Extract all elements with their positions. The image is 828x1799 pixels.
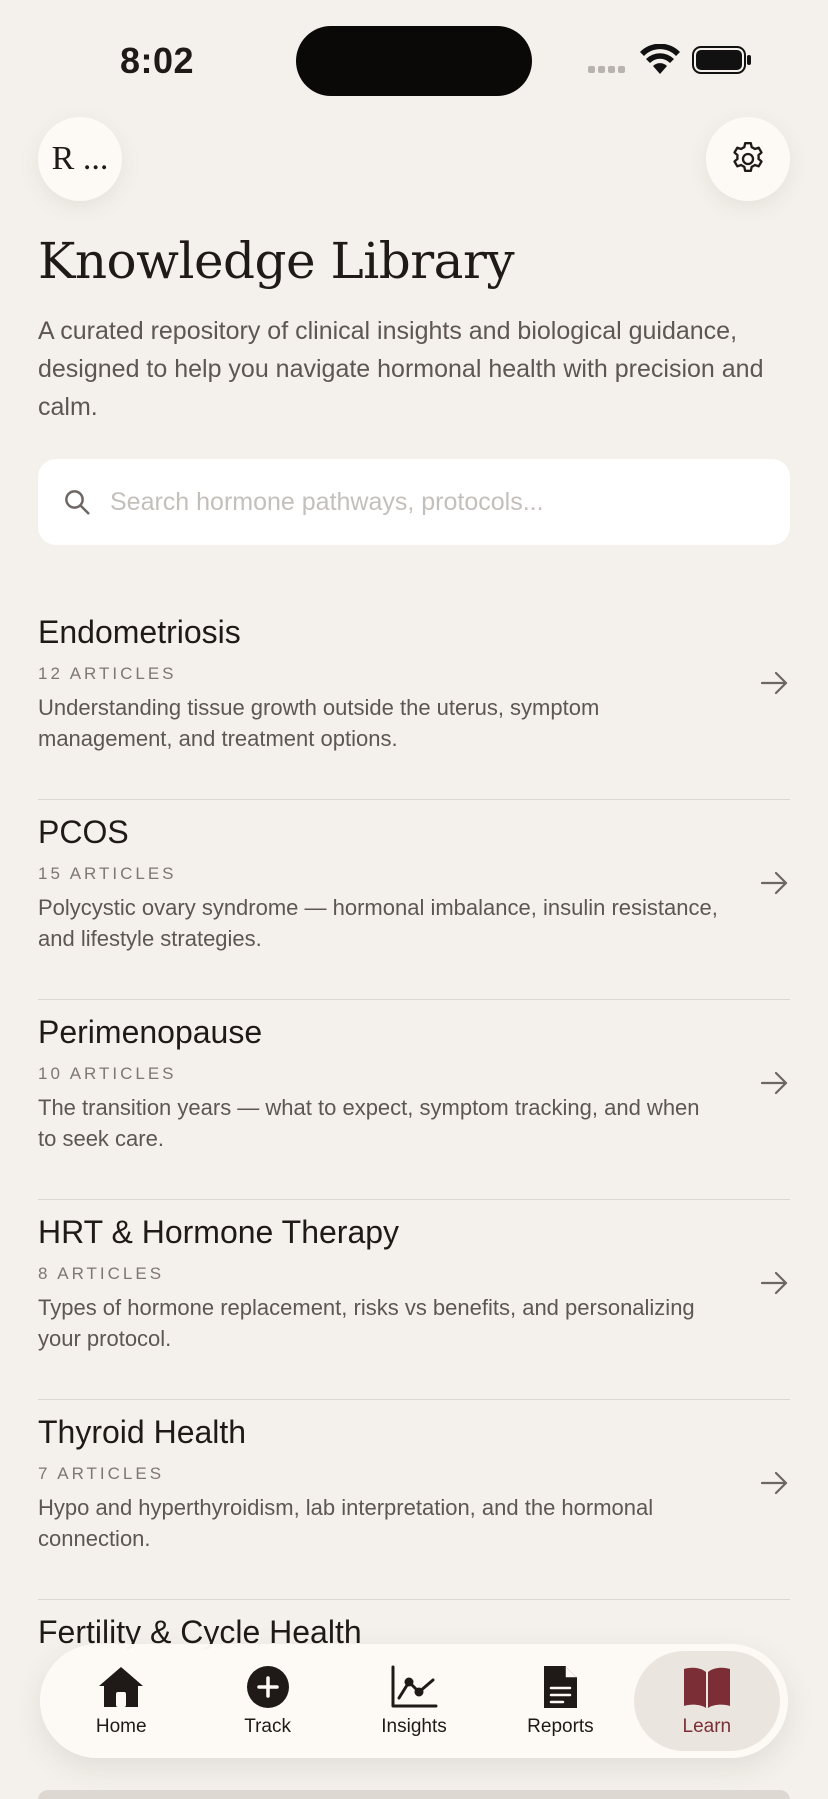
- tab-label: Reports: [527, 1716, 594, 1737]
- bottom-tab-bar: Home Track Insights Reports Learn: [40, 1644, 788, 1758]
- search-icon: [65, 490, 90, 515]
- topic-item-endometriosis[interactable]: Endometriosis 12 ARTICLES Understanding …: [38, 600, 790, 800]
- book-icon: [683, 1667, 730, 1708]
- avatar-initials: R ...: [51, 140, 109, 177]
- gear-icon: [733, 142, 763, 172]
- topic-article-count: 7 ARTICLES: [38, 1464, 165, 1483]
- status-bar: 8:02: [0, 0, 828, 110]
- tab-learn[interactable]: Learn: [633, 1651, 781, 1751]
- topic-article-count: 15 ARTICLES: [38, 864, 177, 883]
- tab-track[interactable]: Track: [194, 1651, 340, 1751]
- plus-circle-icon: [246, 1666, 289, 1708]
- arrow-right-icon[interactable]: [758, 1068, 790, 1098]
- topic-description: Understanding tissue growth outside the …: [38, 695, 600, 751]
- topic-item-pcos[interactable]: PCOS 15 ARTICLES Polycystic ovary syndro…: [38, 800, 790, 1000]
- chart-icon: [391, 1665, 438, 1708]
- home-icon: [99, 1667, 144, 1707]
- tab-label: Insights: [381, 1716, 447, 1737]
- dynamic-island: [296, 26, 532, 96]
- topic-title: PCOS: [38, 814, 129, 850]
- topic-list: Endometriosis 12 ARTICLES Understanding …: [38, 600, 790, 1799]
- search-bar[interactable]: [38, 459, 790, 545]
- topic-article-count: 12 ARTICLES: [38, 664, 177, 683]
- topic-description: Hypo and hyperthyroidism, lab interpreta…: [38, 1495, 654, 1551]
- bottom-sheet-handle: [38, 1790, 790, 1799]
- topic-description: Types of hormone replacement, risks vs b…: [38, 1295, 695, 1351]
- topic-title: Endometriosis: [38, 614, 241, 650]
- tab-label: Track: [244, 1716, 291, 1737]
- tab-home[interactable]: Home: [48, 1651, 194, 1751]
- tab-reports[interactable]: Reports: [487, 1651, 633, 1751]
- tab-label: Home: [95, 1716, 147, 1737]
- document-icon: [544, 1666, 578, 1708]
- arrow-right-icon[interactable]: [758, 1268, 790, 1298]
- topic-article-count: 8 ARTICLES: [38, 1264, 165, 1283]
- cellular-signal-icon: [588, 66, 628, 74]
- topic-title: HRT & Hormone Therapy: [38, 1214, 400, 1250]
- tab-label: Learn: [682, 1716, 732, 1737]
- tab-insights[interactable]: Insights: [341, 1651, 487, 1751]
- page-intro: A curated repository of clinical insight…: [38, 317, 764, 421]
- arrow-right-icon[interactable]: [758, 868, 790, 898]
- topic-article-count: 10 ARTICLES: [38, 1064, 177, 1083]
- topic-title: Perimenopause: [38, 1014, 263, 1050]
- topic-title: Thyroid Health: [38, 1414, 247, 1450]
- topic-description: The transition years — what to expect, s…: [38, 1095, 700, 1151]
- arrow-right-icon[interactable]: [758, 668, 790, 698]
- settings-button[interactable]: [706, 117, 790, 201]
- topic-item-thyroid[interactable]: Thyroid Health 7 ARTICLES Hypo and hyper…: [38, 1400, 790, 1600]
- wifi-icon: [640, 44, 680, 74]
- battery-icon: [692, 46, 751, 74]
- arrow-right-icon[interactable]: [758, 1468, 790, 1498]
- profile-avatar-button[interactable]: R ...: [38, 117, 122, 201]
- topic-item-hrt[interactable]: HRT & Hormone Therapy 8 ARTICLES Types o…: [38, 1200, 790, 1400]
- topic-item-perimenopause[interactable]: Perimenopause 10 ARTICLES The transition…: [38, 1000, 790, 1200]
- search-input[interactable]: [110, 459, 770, 545]
- status-time: 8:02: [120, 40, 195, 81]
- page-title: Knowledge Library: [38, 232, 515, 290]
- topic-description: Polycystic ovary syndrome — hormonal imb…: [38, 895, 718, 951]
